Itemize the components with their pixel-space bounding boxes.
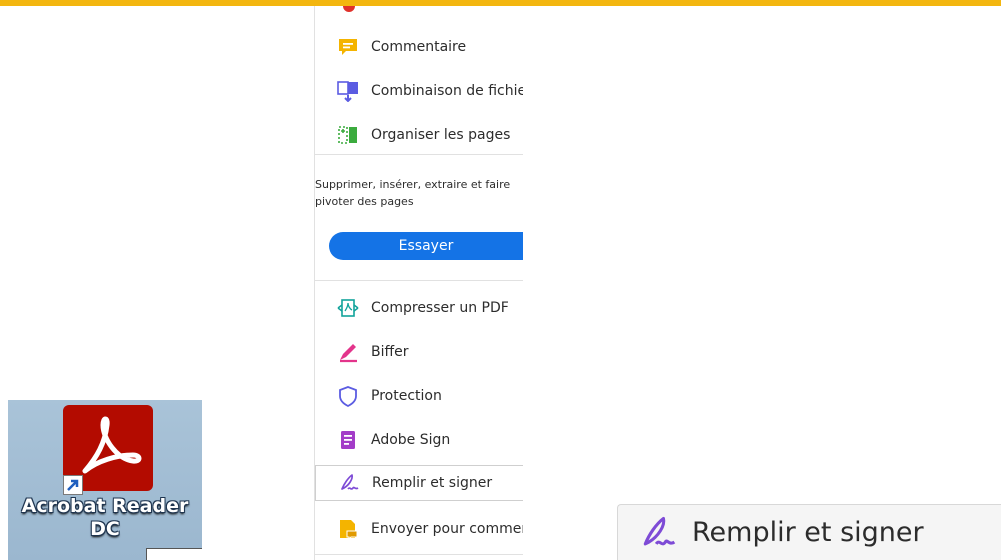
compress-pdf-icon [337, 299, 359, 317]
tool-label: Remplir et signer [372, 475, 493, 491]
try-button[interactable]: Essayer [329, 232, 523, 260]
tool-comment[interactable]: Commentaire [315, 29, 523, 65]
adobe-sign-icon [341, 431, 355, 449]
tool-protection[interactable]: Protection [315, 378, 523, 414]
tool-label: Envoyer pour commentaires [371, 521, 523, 537]
tool-adobe-sign[interactable]: Adobe Sign [315, 422, 523, 458]
tool-organize-pages[interactable]: Organiser les pages [315, 117, 523, 153]
tool-label: Biffer [371, 344, 409, 360]
tool-combine-files[interactable]: Combinaison de fichiers [315, 73, 523, 109]
divider [315, 154, 523, 155]
fill-sign-icon [341, 474, 359, 490]
tool-label: Protection [371, 388, 442, 404]
divider [315, 554, 523, 555]
tool-icon-partial [343, 6, 355, 12]
desktop-background: Acrobat Reader DC [8, 400, 202, 560]
fill-sign-icon [643, 516, 676, 545]
desktop-shortcut-label: Acrobat Reader DC [21, 495, 189, 540]
comment-icon [339, 39, 357, 55]
tool-fill-and-sign[interactable]: Remplir et signer [315, 465, 523, 501]
tool-label: Adobe Sign [371, 432, 451, 448]
shield-icon [339, 386, 357, 407]
tool-compress-pdf[interactable]: Compresser un PDF [315, 290, 523, 326]
redact-icon [340, 344, 357, 363]
tool-redact[interactable]: Biffer [315, 334, 523, 370]
tool-label: Organiser les pages [371, 127, 511, 143]
combine-files-icon [337, 81, 358, 102]
callout-label: Remplir et signer [692, 517, 924, 548]
tool-label: Compresser un PDF [371, 300, 509, 316]
organize-pages-icon [338, 126, 357, 144]
fill-and-sign-zoom-callout[interactable]: Remplir et signer [617, 504, 1001, 560]
tool-label: Commentaire [371, 39, 467, 55]
shortcut-arrow-icon [63, 475, 83, 495]
divider [315, 280, 523, 281]
tooltip-edge [146, 548, 202, 560]
tools-panel: Commentaire Combinaison de fichiers Orga… [314, 6, 523, 560]
tool-send-for-comments[interactable]: Envoyer pour commentaires [315, 511, 523, 547]
tool-label: Combinaison de fichiers [371, 83, 523, 99]
organize-pages-description: Supprimer, insérer, extraire et faire pi… [315, 178, 511, 208]
send-comments-icon [340, 520, 358, 540]
